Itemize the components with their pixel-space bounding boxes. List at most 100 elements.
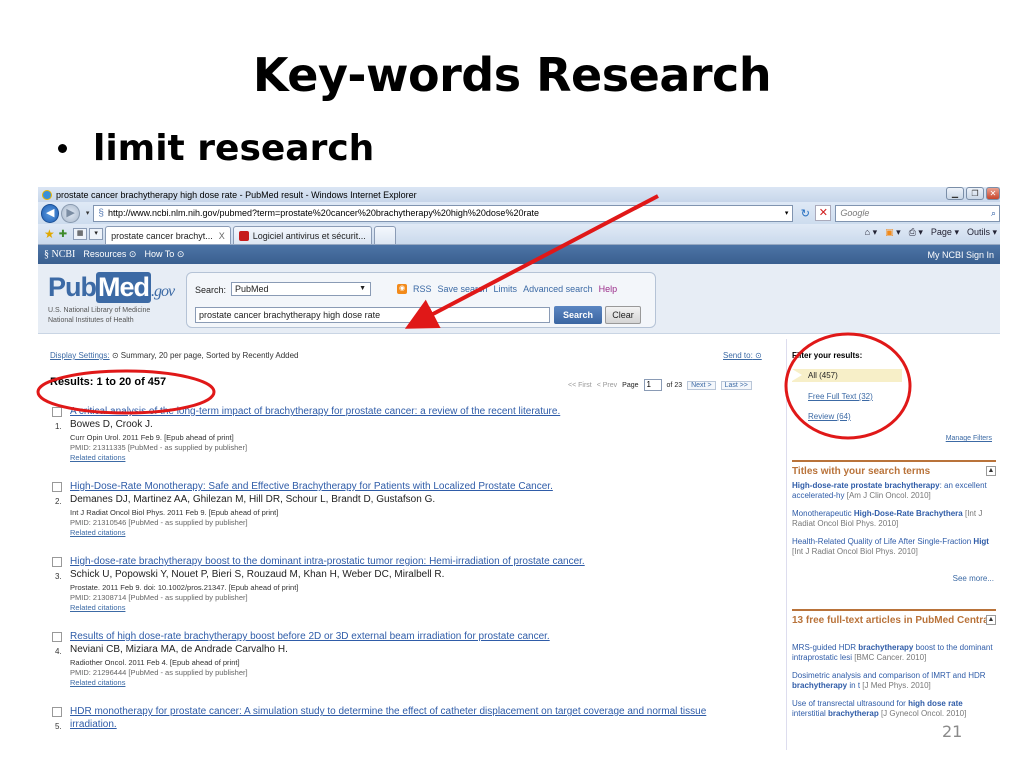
slide-page-number: 21 bbox=[942, 722, 963, 741]
minimize-button[interactable]: ▁ bbox=[946, 187, 964, 200]
related-title-item[interactable]: Health-Related Quality of Life After Sin… bbox=[792, 537, 996, 557]
filter-review[interactable]: Review (64) bbox=[808, 412, 851, 421]
related-title-item[interactable]: Monotherapeutic High-Dose-Rate Brachythe… bbox=[792, 509, 996, 529]
bullet-point: limit research bbox=[58, 128, 374, 169]
related-title-item[interactable]: High-dose-rate prostate brachytherapy: a… bbox=[792, 481, 996, 501]
address-toolbar: ◀ ▶ ▾ § http://www.ncbi.nlm.nih.gov/pubm… bbox=[38, 202, 1000, 224]
account-links[interactable]: My NCBI Sign In bbox=[927, 250, 994, 260]
search-links: ◉ RSS Save search Limits Advanced search… bbox=[397, 284, 617, 294]
related-citations-link[interactable]: Related citations bbox=[70, 603, 125, 612]
result-title[interactable]: High-dose-rate brachytherapy boost to th… bbox=[70, 556, 585, 567]
advanced-search-link[interactable]: Advanced search bbox=[523, 284, 593, 294]
send-to-link[interactable]: Send to: ⊙ bbox=[723, 351, 762, 360]
browser-screenshot: prostate cancer brachytherapy high dose … bbox=[38, 187, 1000, 750]
search-icon[interactable]: ⌕ bbox=[991, 206, 996, 221]
close-window-button[interactable]: ✕ bbox=[986, 187, 1000, 200]
page-total: of 23 bbox=[666, 381, 683, 389]
shield-icon bbox=[238, 230, 249, 241]
limits-link[interactable]: Limits bbox=[494, 284, 518, 294]
result-checkbox[interactable] bbox=[52, 557, 62, 567]
display-settings-icon[interactable]: ⊙ bbox=[112, 351, 119, 360]
window-controls: ▁ ❐ ✕ bbox=[944, 187, 1000, 201]
new-tab-button[interactable] bbox=[373, 226, 396, 244]
results-main: Display Settings: ⊙ Summary, 20 per page… bbox=[38, 339, 780, 750]
maximize-button[interactable]: ❐ bbox=[966, 187, 984, 200]
page-input[interactable]: 1 bbox=[643, 379, 662, 391]
last-page-button[interactable]: Last >> bbox=[720, 380, 752, 390]
result-title[interactable]: A critical analysis of the long-term imp… bbox=[70, 406, 560, 417]
favorites-star-icon[interactable]: ★ bbox=[44, 227, 55, 241]
result-title[interactable]: High-Dose-Rate Monotherapy: Safe and Eff… bbox=[70, 481, 553, 492]
help-link[interactable]: Help bbox=[599, 284, 618, 294]
result-checkbox[interactable] bbox=[52, 707, 62, 717]
result-title-cont[interactable]: irradiation. bbox=[70, 719, 117, 730]
result-title[interactable]: Results of high dose-rate brachytherapy … bbox=[70, 631, 550, 642]
filter-free-full-text[interactable]: Free Full Text (32) bbox=[808, 392, 873, 401]
tab-antivirus[interactable]: Logiciel antivirus et sécurit... bbox=[232, 226, 372, 244]
result-number: 5. bbox=[55, 722, 62, 731]
result-title[interactable]: HDR monotherapy for prostate cancer: A s… bbox=[70, 706, 706, 717]
result-checkbox[interactable] bbox=[52, 407, 62, 417]
address-dropdown-icon[interactable]: ▾ bbox=[785, 209, 789, 217]
clear-button[interactable]: Clear bbox=[605, 306, 641, 324]
next-page-button[interactable]: Next > bbox=[687, 380, 716, 390]
history-dropdown[interactable]: ▾ bbox=[86, 209, 90, 217]
result-checkbox[interactable] bbox=[52, 482, 62, 492]
home-icon[interactable]: ⌂ ▾ bbox=[865, 227, 877, 238]
pubmed-header: PubMed .gov U.S. National Library of Medi… bbox=[38, 264, 1000, 334]
result-journal: Int J Radiat Oncol Biol Phys. 2011 Feb 9… bbox=[70, 508, 279, 517]
display-summary: Summary, 20 per page, Sorted by Recently… bbox=[120, 351, 299, 360]
ie-logo-icon bbox=[42, 189, 52, 200]
quick-tabs-icon[interactable]: ▦ bbox=[73, 228, 88, 240]
result-checkbox[interactable] bbox=[52, 632, 62, 642]
pubmed-logo[interactable]: PubMed .gov bbox=[48, 272, 175, 303]
collapse-toggle-icon[interactable]: ▲ bbox=[986, 615, 996, 625]
free-article-item[interactable]: MRS-guided HDR brachytherapy boost to th… bbox=[792, 643, 996, 663]
result-authors: Neviani CB, Miziara MA, de Andrade Carva… bbox=[70, 644, 288, 655]
result-pmid: PMID: 21308714 [PubMed - as supplied by … bbox=[70, 593, 248, 602]
first-page-link[interactable]: << First bbox=[568, 382, 592, 389]
tab-pubmed[interactable]: prostate cancer brachyt... X bbox=[105, 226, 231, 244]
manage-filters-link[interactable]: Manage Filters bbox=[946, 435, 992, 442]
close-tab-icon[interactable]: X bbox=[219, 231, 225, 241]
refresh-icon[interactable]: ↻ bbox=[797, 207, 813, 220]
rss-icon[interactable]: ◉ bbox=[397, 284, 407, 294]
site-favicon-icon: § bbox=[98, 207, 104, 219]
related-citations-link[interactable]: Related citations bbox=[70, 453, 125, 462]
print-icon[interactable]: ⎙ ▾ bbox=[909, 227, 923, 238]
tab-antivirus-label: Logiciel antivirus et sécurit... bbox=[252, 230, 366, 241]
query-input[interactable]: prostate cancer brachytherapy high dose … bbox=[195, 307, 550, 323]
result-number: 3. bbox=[55, 572, 62, 581]
prev-page-link[interactable]: < Prev bbox=[597, 382, 617, 389]
forward-button[interactable]: ▶ bbox=[61, 203, 80, 223]
display-settings-link[interactable]: Display Settings: bbox=[50, 351, 110, 360]
collapse-toggle-icon[interactable]: ▲ bbox=[986, 466, 996, 476]
slide-title: Key-words Research bbox=[252, 48, 772, 102]
tools-menu[interactable]: Outils ▾ bbox=[967, 227, 997, 238]
see-more-link[interactable]: See more... bbox=[953, 574, 994, 583]
related-citations-link[interactable]: Related citations bbox=[70, 678, 125, 687]
result-authors: Demanes DJ, Martinez AA, Ghilezan M, Hil… bbox=[70, 494, 436, 505]
rss-link[interactable]: RSS bbox=[413, 284, 432, 294]
address-bar[interactable]: § http://www.ncbi.nlm.nih.gov/pubmed?ter… bbox=[93, 204, 794, 222]
database-select[interactable]: PubMed ▼ bbox=[231, 282, 371, 296]
page-menu[interactable]: Page ▾ bbox=[931, 227, 959, 238]
free-article-item[interactable]: Use of transrectal ultrasound for high d… bbox=[792, 699, 996, 719]
stop-icon[interactable]: ✕ bbox=[815, 205, 832, 221]
filter-all[interactable]: All (457) bbox=[792, 369, 902, 382]
add-favorite-icon[interactable]: ✚ bbox=[59, 229, 67, 240]
free-article-item[interactable]: Dosimetric analysis and comparison of IM… bbox=[792, 671, 996, 691]
result-journal: Radiother Oncol. 2011 Feb 4. [Epub ahead… bbox=[70, 658, 240, 667]
howto-menu[interactable]: How To ⊙ bbox=[144, 249, 184, 260]
back-button[interactable]: ◀ bbox=[41, 203, 60, 223]
feeds-icon[interactable]: ▣ ▾ bbox=[885, 227, 901, 238]
save-search-link[interactable]: Save search bbox=[438, 284, 488, 294]
titles-box-heading: Titles with your search terms ▲ bbox=[792, 460, 996, 477]
tab-list-dropdown-icon[interactable]: ▾ bbox=[89, 228, 104, 240]
tab-pubmed-label: prostate cancer brachyt... bbox=[111, 230, 213, 241]
related-citations-link[interactable]: Related citations bbox=[70, 528, 125, 537]
search-button[interactable]: Search bbox=[554, 306, 602, 324]
resources-menu[interactable]: Resources ⊙ bbox=[83, 249, 136, 260]
search-box[interactable]: Google ⌕ bbox=[835, 204, 1000, 222]
ncbi-logo[interactable]: § NCBI bbox=[44, 249, 75, 260]
